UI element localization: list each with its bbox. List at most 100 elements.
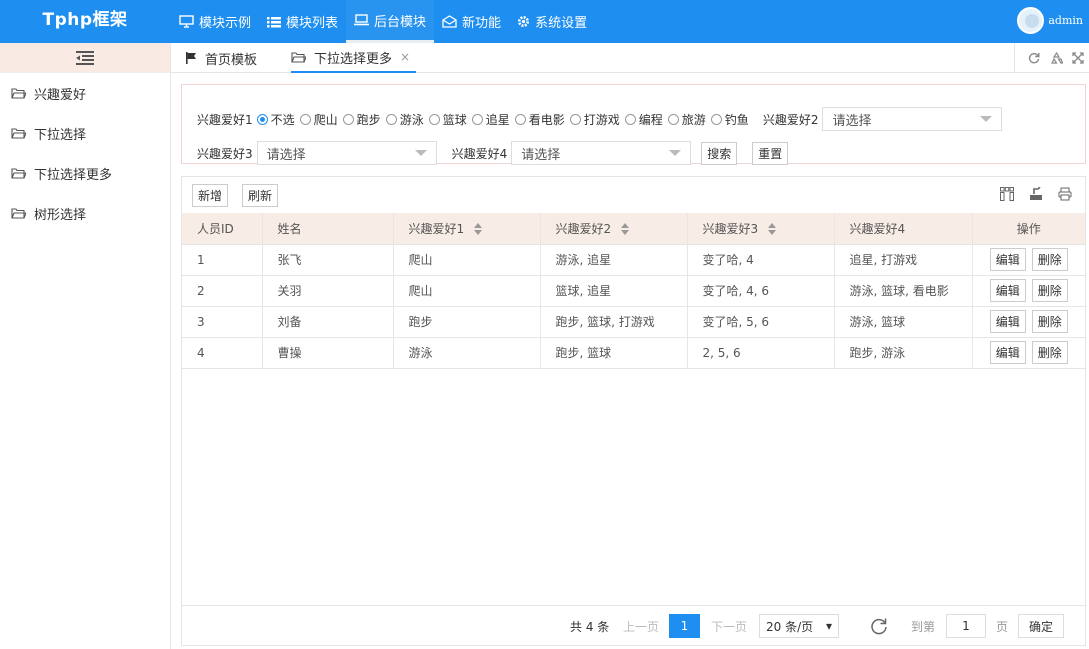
radio-icon [428,113,440,125]
table-row: 4 曹操 游泳 跑步, 篮球 2, 5, 6 跑步, 游泳 编辑 删除 [182,337,1085,369]
gear-icon [518,16,530,27]
radio-option[interactable]: 追星 [471,111,510,128]
hobby4-label: 兴趣爱好4 [451,146,508,161]
column-header-sortable[interactable]: 兴趣爱好3 [687,213,835,245]
page-unit: 页 [996,619,1009,634]
page-size-select[interactable]: 20 条/页 ▾ [759,614,839,638]
cell-hobby3: 变了哈, 4 [687,244,835,276]
edit-button[interactable]: 编辑 [989,310,1026,333]
cell-hobby4: 游泳, 篮球, 看电影 [834,275,973,307]
column-header-sortable[interactable]: 兴趣爱好2 [540,213,688,245]
refresh-icon[interactable] [1023,52,1045,64]
next-page-button[interactable]: 下一页 [711,614,747,638]
radio-icon [256,113,268,125]
add-button[interactable]: 新增 [192,184,229,207]
refresh-icon[interactable] [870,614,888,638]
delete-button[interactable]: 删除 [1031,310,1068,333]
user-menu[interactable]: admin [1017,7,1083,34]
nav-item-system-settings[interactable]: 系统设置 [509,0,595,43]
fullscreen-icon[interactable] [1067,52,1089,64]
radio-option[interactable]: 篮球 [428,111,467,128]
top-nav: 模块示例 模块列表 后台模块 新功能 系统设置 [171,0,595,43]
cell-actions: 编辑 删除 [972,306,1085,338]
current-page[interactable]: 1 [669,614,700,638]
nav-item-admin-module[interactable]: 后台模块 [346,0,435,43]
edit-button[interactable]: 编辑 [989,341,1026,364]
table-row: 1 张飞 爬山 游泳, 追星 变了哈, 4 追星, 打游戏 编辑 删除 [182,244,1085,276]
goto-label: 到第 [911,619,936,634]
goto-page-input[interactable]: 1 [946,614,986,638]
radio-option[interactable]: 跑步 [342,111,381,128]
reset-button[interactable]: 重置 [752,141,789,165]
sidebar-toggle[interactable] [0,43,170,73]
cell-hobby2: 跑步, 篮球, 打游戏 [540,306,688,338]
avatar[interactable] [1017,7,1045,34]
radio-icon [624,113,636,125]
delete-button[interactable]: 删除 [1031,279,1068,302]
brand-logo[interactable]: Tphp框架 [0,0,170,43]
chevron-down-icon [669,150,682,156]
sidebar-item-label: 下拉选择更多 [34,167,113,183]
hobby2-select[interactable]: 请选择 [822,107,1003,131]
radio-option[interactable]: 钓鱼 [710,111,749,128]
folder-icon [11,128,26,139]
total-count: 共 4 条 [570,619,610,634]
sort-icon[interactable] [621,223,631,236]
close-icon[interactable]: × [400,50,410,64]
hobby4-select[interactable]: 请选择 [511,141,692,165]
delete-button[interactable]: 删除 [1031,341,1068,364]
radio-icon [569,113,581,125]
prev-page-button[interactable]: 上一页 [623,614,659,638]
cell-hobby3: 变了哈, 5, 6 [687,306,835,338]
column-header-sortable[interactable]: 兴趣爱好1 [393,213,541,245]
tab-dropdown-more[interactable]: 下拉选择更多 × [291,43,417,73]
menu-collapse-icon [76,50,94,65]
columns-icon[interactable] [992,187,1021,201]
radio-option[interactable]: 打游戏 [569,111,620,128]
cell-hobby2: 篮球, 追星 [540,275,688,307]
pagination: 共 4 条 上一页 1 下一页 20 条/页 ▾ 到第 1 页 确定 [182,605,1085,645]
recycle-icon[interactable] [1045,52,1067,64]
cell-hobby1: 游泳 [393,337,541,369]
export-icon[interactable] [1021,187,1050,201]
radio-option[interactable]: 编程 [624,111,663,128]
radio-option[interactable]: 看电影 [514,111,565,128]
refresh-button[interactable]: 刷新 [242,184,279,207]
mail-open-icon [442,15,457,28]
tab-home-template[interactable]: 首页模板 [186,43,257,73]
radio-option[interactable]: 不选 [256,111,295,128]
cell-hobby3: 2, 5, 6 [687,337,835,369]
edit-button[interactable]: 编辑 [989,279,1026,302]
sidebar-item-dropdown[interactable]: 下拉选择 [0,113,170,153]
radio-option[interactable]: 旅游 [667,111,706,128]
select-placeholder: 请选择 [832,113,872,129]
delete-button[interactable]: 删除 [1031,248,1068,271]
radio-icon [710,113,722,125]
sort-icon[interactable] [768,223,778,236]
monitor-icon [179,15,194,28]
hobby3-select[interactable]: 请选择 [256,141,437,165]
nav-item-new-features[interactable]: 新功能 [434,0,509,43]
username[interactable]: admin [1048,14,1083,27]
nav-label: 系统设置 [535,16,588,31]
tab-tools [1014,43,1089,73]
radio-option[interactable]: 游泳 [385,111,424,128]
cell-name: 张飞 [262,244,394,276]
sidebar-item-dropdown-more[interactable]: 下拉选择更多 [0,153,170,193]
nav-label: 模块列表 [286,16,339,31]
search-button[interactable]: 搜索 [701,141,738,165]
sidebar-item-hobbies[interactable]: 兴趣爱好 [0,73,170,113]
goto-confirm-button[interactable]: 确定 [1018,614,1064,638]
sidebar-item-tree-select[interactable]: 树形选择 [0,193,170,233]
cell-id: 4 [182,337,263,369]
cell-id: 2 [182,275,263,307]
column-header: 兴趣爱好4 [834,213,973,245]
table-toolbar: 新增 刷新 [182,177,1085,213]
sort-icon[interactable] [474,223,484,236]
nav-item-module-examples[interactable]: 模块示例 [171,0,259,43]
radio-option[interactable]: 爬山 [299,111,338,128]
nav-item-module-list[interactable]: 模块列表 [259,0,346,43]
folder-icon [11,88,26,99]
edit-button[interactable]: 编辑 [989,248,1026,271]
print-icon[interactable] [1050,187,1079,201]
